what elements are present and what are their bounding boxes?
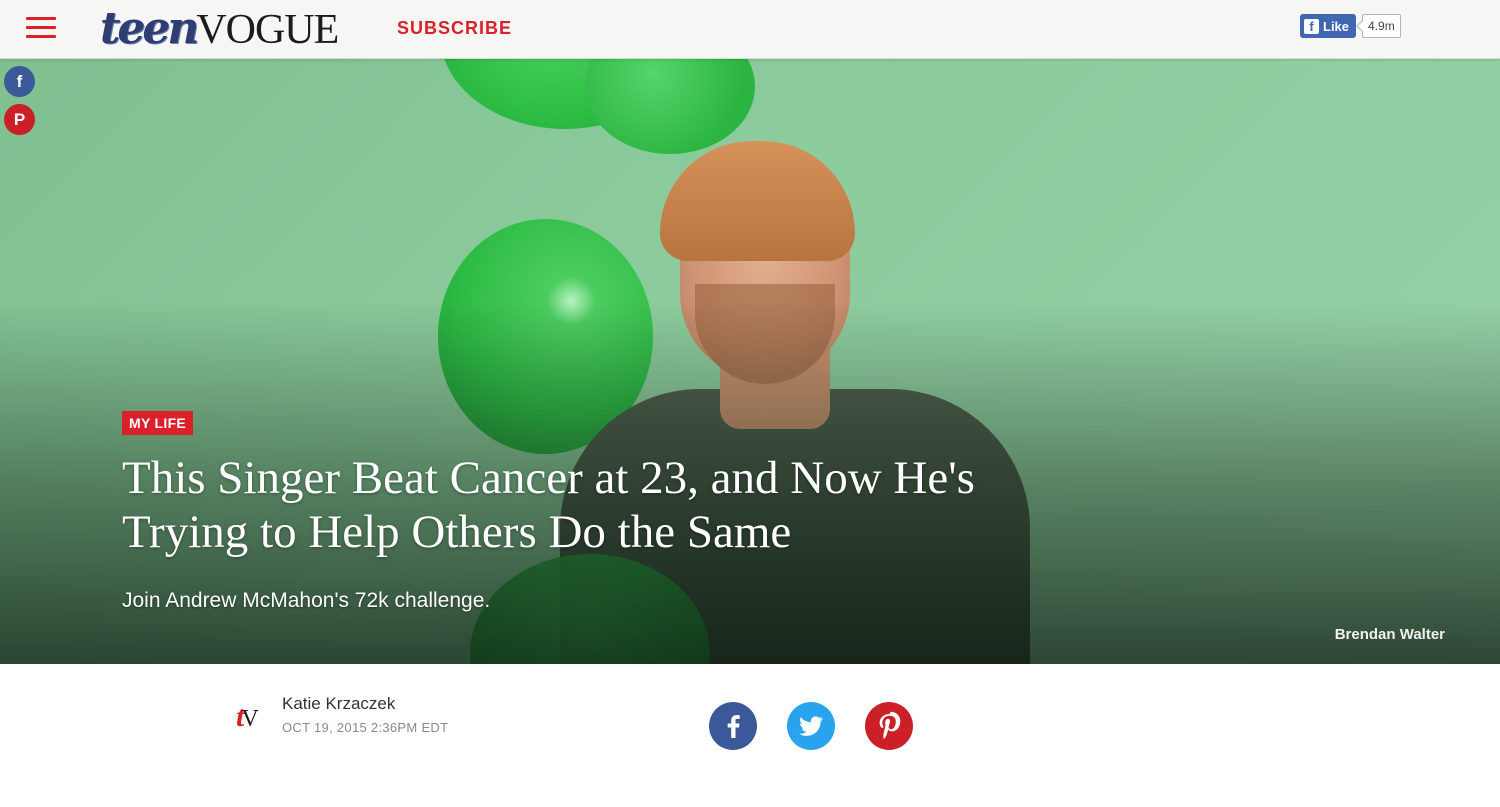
tv-monogram-icon: tV — [236, 700, 270, 734]
article-dek: Join Andrew McMahon's 72k challenge. — [122, 589, 491, 612]
share-buttons — [709, 702, 943, 750]
site-header: teenVOGUE SUBSCRIBE f Like 4.9m — [0, 0, 1500, 59]
menu-icon-bar — [26, 26, 56, 29]
facebook-like-label: Like — [1323, 18, 1350, 34]
photo-credit: Brendan Walter — [1334, 626, 1445, 643]
pinterest-icon — [879, 711, 901, 740]
twitter-share-button[interactable] — [787, 702, 835, 750]
floating-share-rail: f P — [4, 66, 35, 142]
tv-monogram-v: V — [241, 706, 259, 732]
menu-icon-bar — [26, 35, 56, 38]
author-name-link[interactable]: Katie Krzaczek — [282, 694, 395, 714]
menu-icon[interactable] — [26, 16, 56, 40]
category-badge[interactable]: MY LIFE — [122, 411, 194, 435]
teen-vogue-logo[interactable]: teenVOGUE — [100, 3, 339, 54]
facebook-like-count: 4.9m — [1362, 14, 1401, 38]
facebook-share-button[interactable] — [709, 702, 757, 750]
facebook-icon — [727, 715, 740, 738]
publish-date: OCT 19, 2015 2:36PM EDT — [282, 720, 449, 735]
hero-text: MY LIFE This Singer Beat Cancer at 23, a… — [122, 411, 1122, 613]
hero-image: MY LIFE This Singer Beat Cancer at 23, a… — [0, 59, 1500, 664]
twitter-icon — [799, 716, 823, 736]
article-headline: This Singer Beat Cancer at 23, and Now H… — [122, 452, 975, 558]
logo-vogue-wordmark: VOGUE — [196, 7, 339, 53]
facebook-like-button[interactable]: f Like — [1300, 14, 1357, 38]
facebook-like-widget: f Like 4.9m — [1300, 14, 1401, 38]
facebook-icon: f — [1304, 18, 1319, 34]
menu-icon-bar — [26, 17, 56, 20]
pinterest-share-button[interactable] — [865, 702, 913, 750]
logo-teen-wordmark: teen — [100, 3, 199, 54]
facebook-share-icon[interactable]: f — [4, 66, 35, 97]
pinterest-share-icon[interactable]: P — [4, 104, 35, 135]
subscribe-link[interactable]: SUBSCRIBE — [397, 18, 512, 39]
